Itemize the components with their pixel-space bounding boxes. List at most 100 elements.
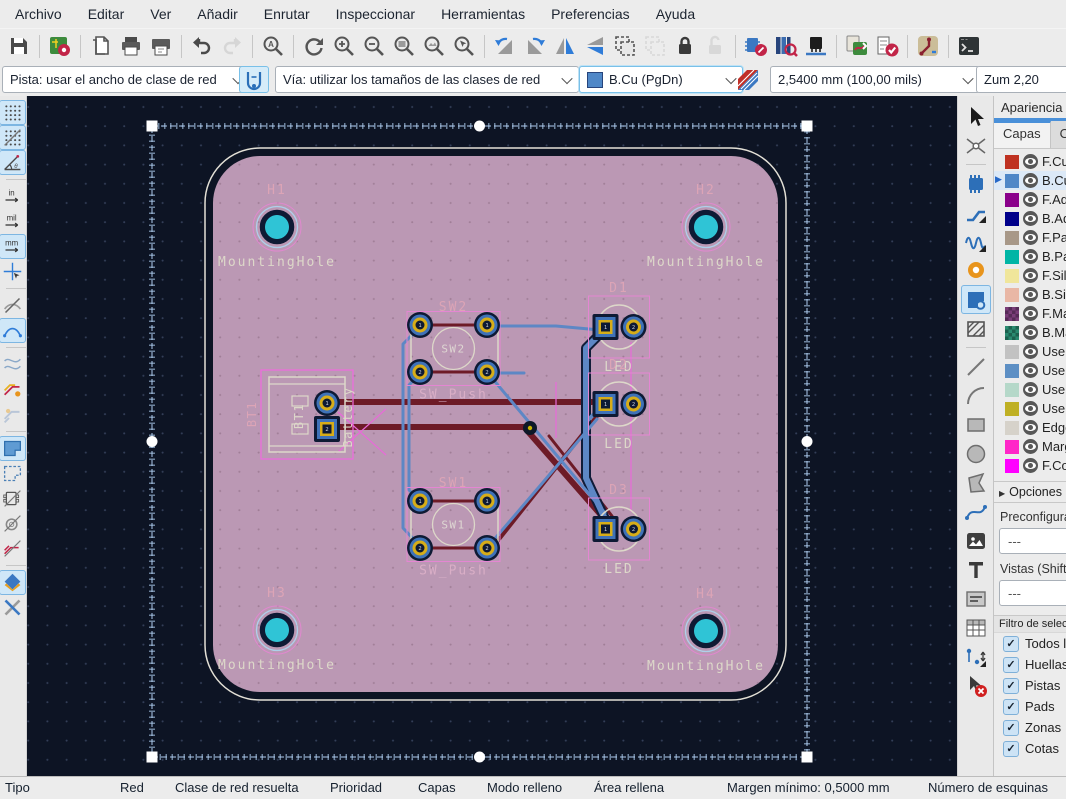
select-tool-button[interactable] (961, 102, 991, 131)
draw-circle-button[interactable] (961, 439, 991, 468)
units-mm-button[interactable]: mm (0, 234, 26, 259)
flip-horizontal-button[interactable] (551, 32, 579, 60)
draw-arc-button[interactable] (961, 381, 991, 410)
toggle-grid-button[interactable] (0, 100, 26, 125)
layer-color-swatch[interactable] (1005, 440, 1019, 454)
edit-footprint-button[interactable] (742, 32, 770, 60)
rotate-cw-button[interactable] (521, 32, 549, 60)
tab-objetos[interactable]: Objetos (1051, 121, 1066, 148)
layer-row-user-eco2[interactable]: User.Eco2 (994, 399, 1066, 418)
selection-handle[interactable] (802, 121, 813, 132)
viewports-dropdown[interactable]: --- (999, 580, 1066, 606)
layer-row-f-adhesive[interactable]: F.Adhesive (994, 190, 1066, 209)
search-footprints-button[interactable] (772, 32, 800, 60)
checkbox-icon[interactable]: ✓ (1003, 678, 1019, 694)
add-filled-zone-button[interactable] (961, 285, 991, 314)
selection-handle[interactable] (147, 121, 158, 132)
add-table-button[interactable] (961, 613, 991, 642)
layer-color-swatch[interactable] (1005, 193, 1019, 207)
visibility-eye-icon[interactable] (1023, 211, 1038, 226)
layer-color-swatch[interactable] (1005, 307, 1019, 321)
refresh-view-button[interactable] (300, 32, 328, 60)
track-width-dropdown[interactable]: Pista: usar el ancho de clase de red (2, 66, 250, 93)
draw-line-button[interactable] (961, 352, 991, 381)
visibility-eye-icon[interactable] (1023, 325, 1038, 340)
footprint-anchor-button[interactable] (802, 32, 830, 60)
visibility-eye-icon[interactable] (1023, 363, 1038, 378)
layer-row-f-mask[interactable]: F.Mask (994, 304, 1066, 323)
swap-layer-pair-button[interactable] (733, 66, 763, 93)
rotate-ccw-button[interactable] (491, 32, 519, 60)
filter-checkbox-todos-los-elementos[interactable]: ✓Todos los elementos (994, 633, 1066, 654)
layer-color-swatch[interactable] (1005, 231, 1019, 245)
update-pcb-from-schematic-button[interactable] (843, 32, 871, 60)
layer-row-user-drawings[interactable]: User.Drawings (994, 342, 1066, 361)
save-button[interactable] (5, 32, 33, 60)
visibility-eye-icon[interactable] (1023, 420, 1038, 435)
track-posture-button[interactable] (239, 66, 269, 93)
filter-checkbox-pads[interactable]: ✓Pads (994, 696, 1066, 717)
add-via-button[interactable] (961, 256, 991, 285)
route-tracks-button[interactable] (961, 198, 991, 227)
via-size-dropdown[interactable]: Vía: utilizar los tamaños de las clases … (275, 66, 579, 93)
selection-handle[interactable] (147, 436, 158, 447)
pcb-canvas[interactable]: H1MountingHoleH2MountingHoleH3MountingHo… (26, 96, 958, 777)
grid-dropdown[interactable]: 2,5400 mm (100,00 mils) (770, 66, 980, 93)
draw-bezier-button[interactable] (961, 497, 991, 526)
layer-row-f-paste[interactable]: F.Paste (994, 228, 1066, 247)
visibility-eye-icon[interactable] (1023, 230, 1038, 245)
visibility-eye-icon[interactable] (1023, 154, 1038, 169)
visibility-eye-icon[interactable] (1023, 382, 1038, 397)
layer-color-swatch[interactable] (1005, 421, 1019, 435)
menu-editar[interactable]: Editar (75, 1, 138, 27)
zoom-in-button[interactable] (330, 32, 358, 60)
vias-outline-mode-button[interactable] (0, 511, 26, 536)
visibility-eye-icon[interactable] (1023, 306, 1038, 321)
menu-anadir[interactable]: Añadir (184, 1, 250, 27)
layer-color-swatch[interactable] (1005, 459, 1019, 473)
ungroup-button[interactable] (641, 32, 669, 60)
layer-color-swatch[interactable] (1005, 212, 1019, 226)
menu-enrutar[interactable]: Enrutar (251, 1, 323, 27)
add-textbox-button[interactable] (961, 584, 991, 613)
menu-herramientas[interactable]: Herramientas (428, 1, 538, 27)
layer-row-b-mask[interactable]: B.Mask (994, 323, 1066, 342)
redo-button[interactable] (218, 32, 246, 60)
zoom-fit-objects-button[interactable] (420, 32, 448, 60)
zones-outline-only-button[interactable] (0, 461, 26, 486)
undo-button[interactable] (188, 32, 216, 60)
polar-coordinates-button[interactable]: θ (0, 150, 26, 175)
visibility-eye-icon[interactable] (1023, 287, 1038, 302)
group-button[interactable] (611, 32, 639, 60)
layer-color-swatch[interactable] (1005, 326, 1019, 340)
layer-row-f-cu[interactable]: F.Cu (994, 152, 1066, 171)
draw-rectangle-button[interactable] (961, 410, 991, 439)
layer-row-user-eco1[interactable]: User.Eco1 (994, 380, 1066, 399)
selection-handle[interactable] (474, 752, 485, 763)
design-rules-check-button[interactable] (873, 32, 901, 60)
visibility-eye-icon[interactable] (1023, 249, 1038, 264)
layer-row-margin[interactable]: Margin (994, 437, 1066, 456)
draw-polygon-button[interactable] (961, 468, 991, 497)
selection-handle[interactable] (474, 121, 485, 132)
find-button[interactable]: A (259, 32, 287, 60)
menu-ayuda[interactable]: Ayuda (643, 1, 708, 27)
zones-filled-button[interactable] (0, 436, 26, 461)
ratsnest-all-layers-button[interactable] (0, 352, 26, 377)
menu-preferencias[interactable]: Preferencias (538, 1, 643, 27)
layer-color-swatch[interactable] (1005, 345, 1019, 359)
layer-color-swatch[interactable] (1005, 364, 1019, 378)
add-rule-area-button[interactable] (961, 314, 991, 343)
layer-color-swatch[interactable] (1005, 174, 1019, 188)
filter-checkbox-pistas[interactable]: ✓Pistas (994, 675, 1066, 696)
filter-checkbox-huellas[interactable]: ✓Huellas (994, 654, 1066, 675)
checkbox-icon[interactable]: ✓ (1003, 720, 1019, 736)
grid-overrides-button[interactable] (0, 125, 26, 150)
tab-capas[interactable]: Capas (994, 121, 1051, 148)
active-layer-dropdown[interactable]: B.Cu (PgDn) (579, 66, 743, 93)
add-footprint-button[interactable] (961, 169, 991, 198)
layer-row-f-courtyard[interactable]: F.Courtyard (994, 456, 1066, 475)
layer-color-swatch[interactable] (1005, 250, 1019, 264)
selection-handle[interactable] (147, 752, 158, 763)
menu-ver[interactable]: Ver (137, 1, 184, 27)
